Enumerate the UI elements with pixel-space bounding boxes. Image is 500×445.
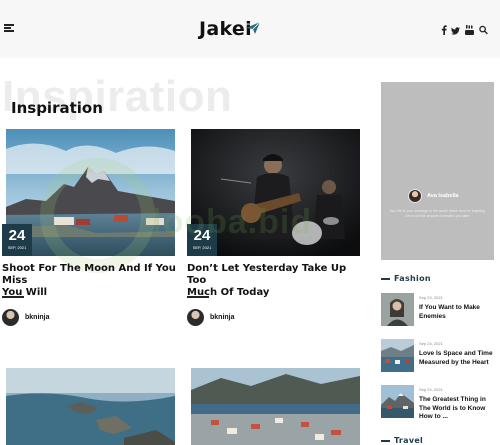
fashion-item-title-line2: Measured by the Heart	[419, 358, 489, 366]
fashion-item-title-line1: Love Is Space and Time	[419, 350, 493, 357]
post-2-author-name[interactable]: bkninja	[210, 314, 235, 321]
widget-avatar	[408, 189, 422, 203]
fashion-item[interactable]: Sep 24, 2021 If You Want to Make Enemies	[381, 293, 494, 327]
post-1-author[interactable]: bkninja	[2, 309, 50, 326]
fashion-item-title[interactable]: If You Want to Make Enemies	[419, 304, 497, 321]
fashion-item-thumb[interactable]	[381, 293, 414, 326]
post-1-title-line1: Shoot For The Moon And If You Miss	[2, 263, 176, 286]
post-2-title-line1: Don’t Let Yesterday Take Up Too	[187, 263, 347, 286]
facebook-icon[interactable]	[441, 25, 447, 35]
avatar	[187, 309, 204, 326]
fashion-item-thumb[interactable]	[381, 385, 414, 418]
post-1-title[interactable]: Shoot For The Moon And If You Miss You W…	[2, 263, 177, 299]
fashion-item[interactable]: Sep 24, 2021 Love Is Space and Time Meas…	[381, 339, 494, 373]
twitter-icon[interactable]	[451, 26, 460, 36]
avatar	[2, 309, 19, 326]
post-3-image[interactable]	[6, 368, 175, 445]
fashion-heading: Fashion	[381, 274, 431, 283]
fashion-item-title[interactable]: Love Is Space and Time Measured by the H…	[419, 350, 497, 367]
fashion-item-title-line3: How to ...	[419, 413, 448, 420]
site-header: Jakei	[0, 0, 500, 58]
site-logo[interactable]: Jakei	[199, 18, 252, 40]
post-1-date-badge: 24 SEP, 2021	[2, 224, 32, 256]
post-1-date-day: 24	[8, 227, 26, 244]
fashion-item-date: Sep 24, 2021	[419, 341, 443, 346]
youtube-icon[interactable]	[465, 25, 474, 35]
post-1-author-name[interactable]: bkninja	[25, 314, 50, 321]
fashion-item-date: Sep 24, 2021	[419, 295, 443, 300]
post-1-divider	[2, 296, 24, 298]
travel-heading-label[interactable]: Travel	[394, 436, 423, 445]
post-2-date-month: SEP, 2021	[192, 245, 212, 250]
logo-paper-plane-icon	[246, 21, 261, 34]
menu-icon[interactable]	[4, 24, 14, 32]
watermark-text: looba.bid	[152, 203, 313, 241]
fashion-heading-label[interactable]: Fashion	[394, 274, 431, 283]
post-2-divider	[187, 296, 209, 298]
fashion-item-thumb[interactable]	[381, 339, 414, 372]
fashion-item-title-line2: The World is to Know	[419, 404, 486, 412]
author-widget	[381, 82, 494, 260]
fashion-item-title-line1: The Greatest Thing in	[419, 396, 486, 403]
travel-heading: Travel	[381, 436, 423, 445]
post-4-image[interactable]	[191, 368, 360, 445]
fashion-item[interactable]: Sep 24, 2021 The Greatest Thing in The W…	[381, 385, 494, 425]
post-2-author[interactable]: bkninja	[187, 309, 235, 326]
fashion-item-title[interactable]: The Greatest Thing in The World is to Kn…	[419, 396, 497, 422]
section-title: Inspiration	[11, 99, 103, 117]
post-1-date-month: SEP, 2021	[7, 245, 27, 250]
fashion-item-title-line1: If You Want to Make	[419, 304, 480, 311]
widget-author-bio: Your life is your message to the world. …	[389, 209, 486, 218]
widget-author-name[interactable]: Ava Isabella	[427, 193, 459, 199]
watermark-circle	[40, 158, 155, 273]
search-icon[interactable]	[479, 25, 488, 35]
fashion-item-date: Sep 24, 2021	[419, 387, 443, 392]
post-2-title[interactable]: Don’t Let Yesterday Take Up Too Much Of …	[187, 263, 362, 299]
fashion-item-title-line2: Enemies	[419, 312, 446, 320]
